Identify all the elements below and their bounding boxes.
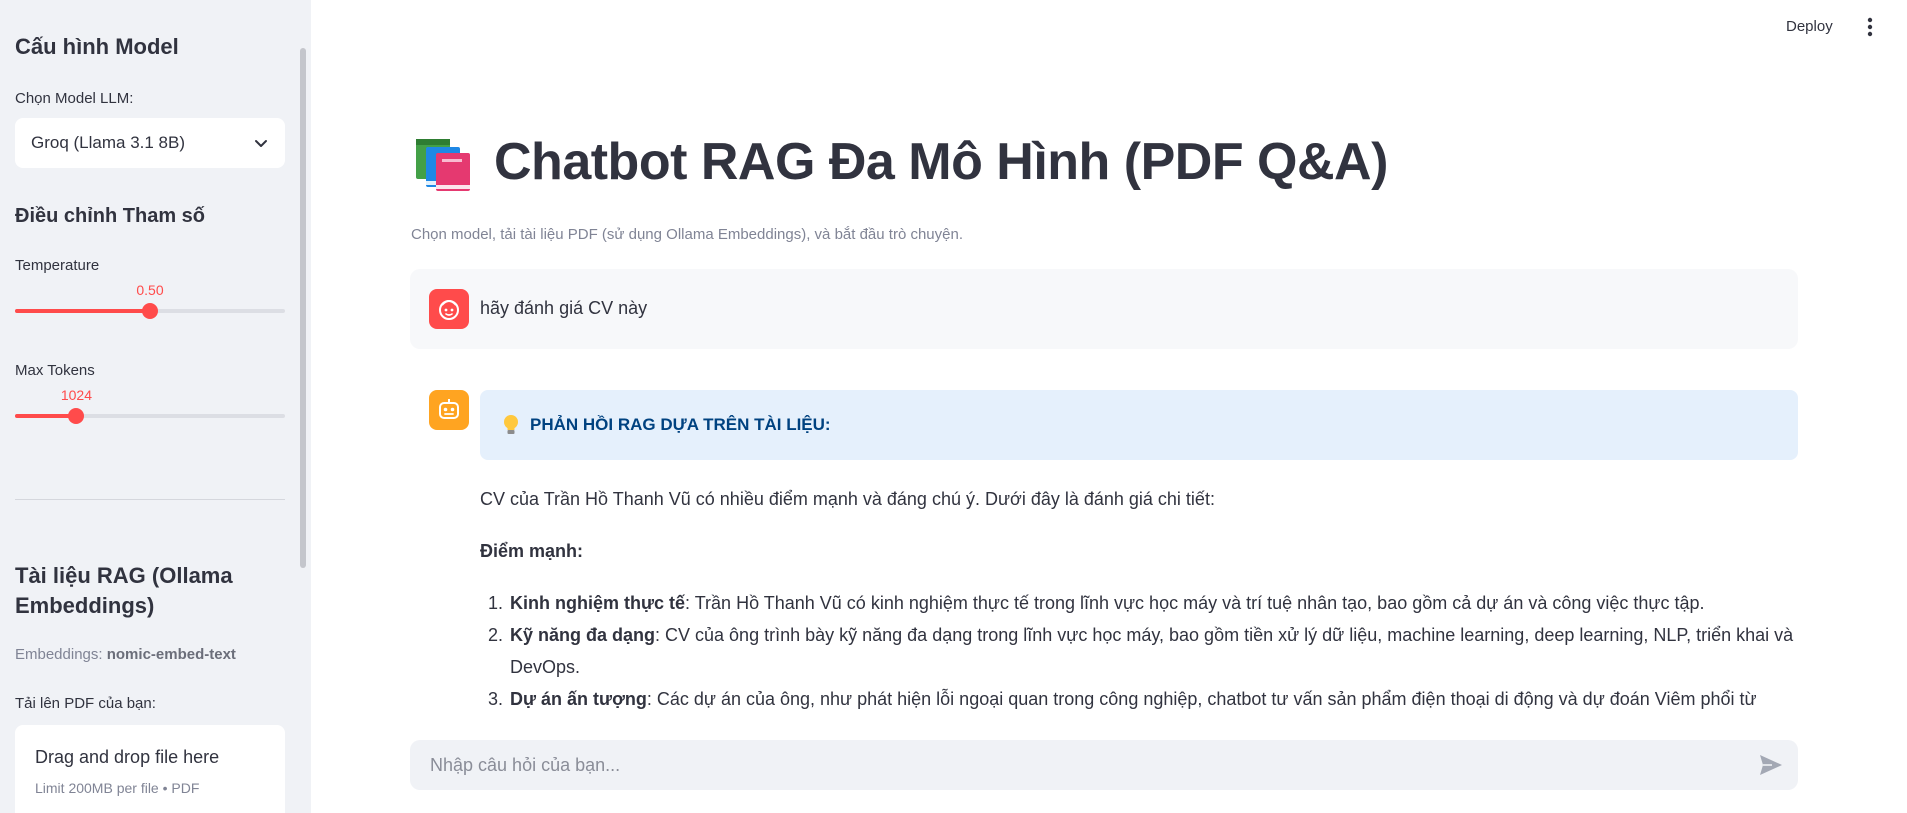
list-item-text: : Trần Hồ Thanh Vũ có kinh nghiệm thực t… <box>685 593 1705 613</box>
embeddings-prefix: Embeddings: <box>15 646 107 663</box>
page-title-text: Chatbot RAG Đa Mô Hình (PDF Q&A) <box>494 133 1388 191</box>
temperature-value: 0.50 <box>136 282 164 298</box>
list-item-text: : Các dự án của ông, như phát hiện lỗi n… <box>646 689 1757 709</box>
rag-info-banner: PHẢN HỒI RAG DỰA TRÊN TÀI LIỆU: <box>480 390 1798 460</box>
upload-label: Tải lên PDF của bạn: <box>15 695 156 712</box>
list-item-title: Dự án ấn tượng <box>510 689 647 709</box>
lightbulb-icon <box>504 415 518 434</box>
model-config-heading: Cấu hình Model <box>15 34 179 59</box>
list-item-title: Kinh nghiệm thực tế <box>510 593 686 613</box>
assistant-intro: CV của Trần Hồ Thanh Vũ có nhiều điểm mạ… <box>480 489 1215 509</box>
model-select-value: Groq (Llama 3.1 8B) <box>31 133 186 152</box>
list-item: Kinh nghiệm thực tế: Trần Hồ Thanh Vũ có… <box>508 587 1800 619</box>
embeddings-info: Embeddings: nomic-embed-text <box>15 646 285 663</box>
assistant-avatar <box>429 390 469 430</box>
main-menu-icon[interactable] <box>1864 16 1876 38</box>
page-title: Chatbot RAG Đa Mô Hình (PDF Q&A) <box>412 132 1388 192</box>
strengths-list: Kinh nghiệm thực tế: Trần Hồ Thanh Vũ có… <box>480 587 1800 715</box>
uploader-limit: Limit 200MB per file • PDF <box>35 780 200 796</box>
page-caption: Chọn model, tải tài liệu PDF (sử dụng Ol… <box>411 226 963 243</box>
rag-docs-heading: Tài liệu RAG (Ollama Embeddings) <box>15 563 233 618</box>
send-icon[interactable] <box>1758 753 1784 777</box>
max-tokens-slider-thumb[interactable] <box>68 408 85 424</box>
choose-model-label: Chọn Model LLM: <box>15 90 134 107</box>
list-item-title: Kỹ năng đa dạng <box>510 625 656 645</box>
rag-info-text: PHẢN HỒI RAG DỰA TRÊN TÀI LIỆU: <box>530 415 831 434</box>
deploy-button[interactable]: Deploy <box>1786 18 1833 35</box>
user-message-text: hãy đánh giá CV này <box>480 298 648 318</box>
max-tokens-label: Max Tokens <box>15 362 95 379</box>
user-face-icon <box>439 300 459 320</box>
list-item-text: : CV của ông trình bày kỹ năng đa dạng t… <box>510 625 1794 677</box>
user-chat-message: hãy đánh giá CV này <box>410 269 1798 349</box>
model-select[interactable]: Groq (Llama 3.1 8B) <box>15 118 285 168</box>
uploader-title: Drag and drop file here <box>35 747 220 767</box>
embeddings-model: nomic-embed-text <box>106 646 236 663</box>
strengths-heading: Điểm mạnh: <box>480 541 584 561</box>
chat-input[interactable] <box>410 740 1798 790</box>
list-item: Dự án ấn tượng: Các dự án của ông, như p… <box>508 683 1800 715</box>
sidebar-scrollbar[interactable] <box>300 48 306 568</box>
books-icon <box>416 139 470 191</box>
chevron-down-icon <box>255 140 267 147</box>
max-tokens-slider[interactable] <box>15 408 285 424</box>
sidebar-divider <box>15 499 285 500</box>
user-avatar <box>429 289 469 329</box>
max-tokens-slider-fill <box>15 414 77 418</box>
sidebar: Cấu hình Model Chọn Model LLM: Groq (Lla… <box>0 0 311 813</box>
temperature-slider-fill <box>15 309 150 313</box>
robot-icon <box>439 399 459 419</box>
max-tokens-value: 1024 <box>60 387 93 403</box>
file-uploader-dropzone[interactable]: Drag and drop file here Limit 200MB per … <box>15 725 285 813</box>
list-item: Kỹ năng đa dạng: CV của ông trình bày kỹ… <box>508 619 1800 683</box>
temperature-label: Temperature <box>15 257 100 274</box>
temperature-slider-thumb[interactable] <box>142 303 158 319</box>
params-heading: Điều chỉnh Tham số <box>15 205 206 227</box>
temperature-slider[interactable] <box>15 303 285 319</box>
assistant-message-content: CV của Trần Hồ Thanh Vũ có nhiều điểm mạ… <box>480 483 1800 715</box>
